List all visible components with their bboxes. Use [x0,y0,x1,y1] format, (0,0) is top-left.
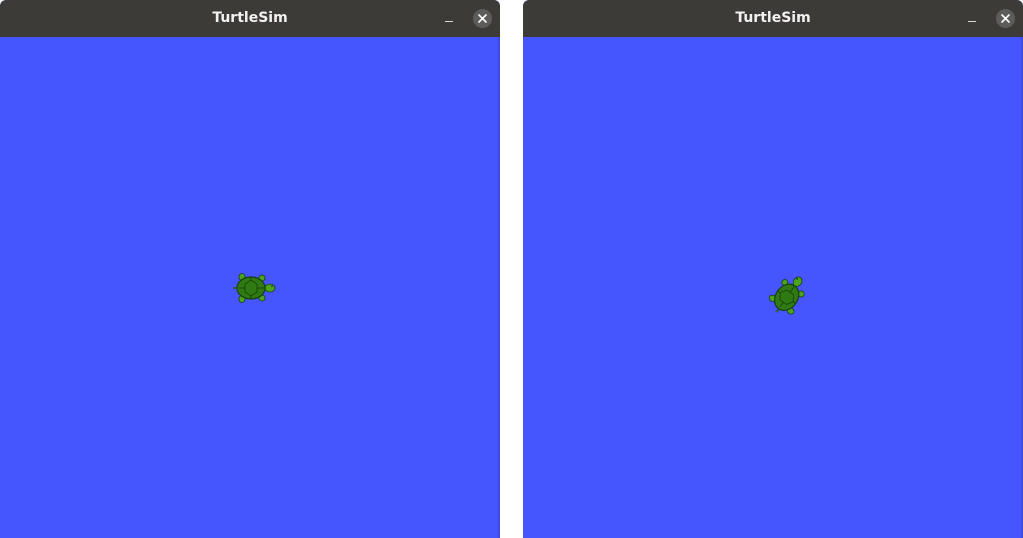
window-title: TurtleSim [735,10,811,26]
simulation-canvas [0,37,500,538]
close-icon [1001,14,1010,23]
minimize-button[interactable] [440,10,458,28]
turtlesim-window-right: TurtleSim [523,0,1023,538]
turtlesim-window-left: TurtleSim [0,0,500,538]
title-bar[interactable]: TurtleSim [0,0,500,37]
window-edge [497,37,500,538]
simulation-canvas [523,37,1023,538]
window-title: TurtleSim [212,10,288,26]
close-button[interactable] [473,9,492,28]
turtle-icon [768,276,805,315]
minimize-button[interactable] [963,10,981,28]
close-icon [478,14,487,23]
title-bar[interactable]: TurtleSim [523,0,1023,37]
turtle-icon [233,273,276,303]
close-button[interactable] [996,9,1015,28]
